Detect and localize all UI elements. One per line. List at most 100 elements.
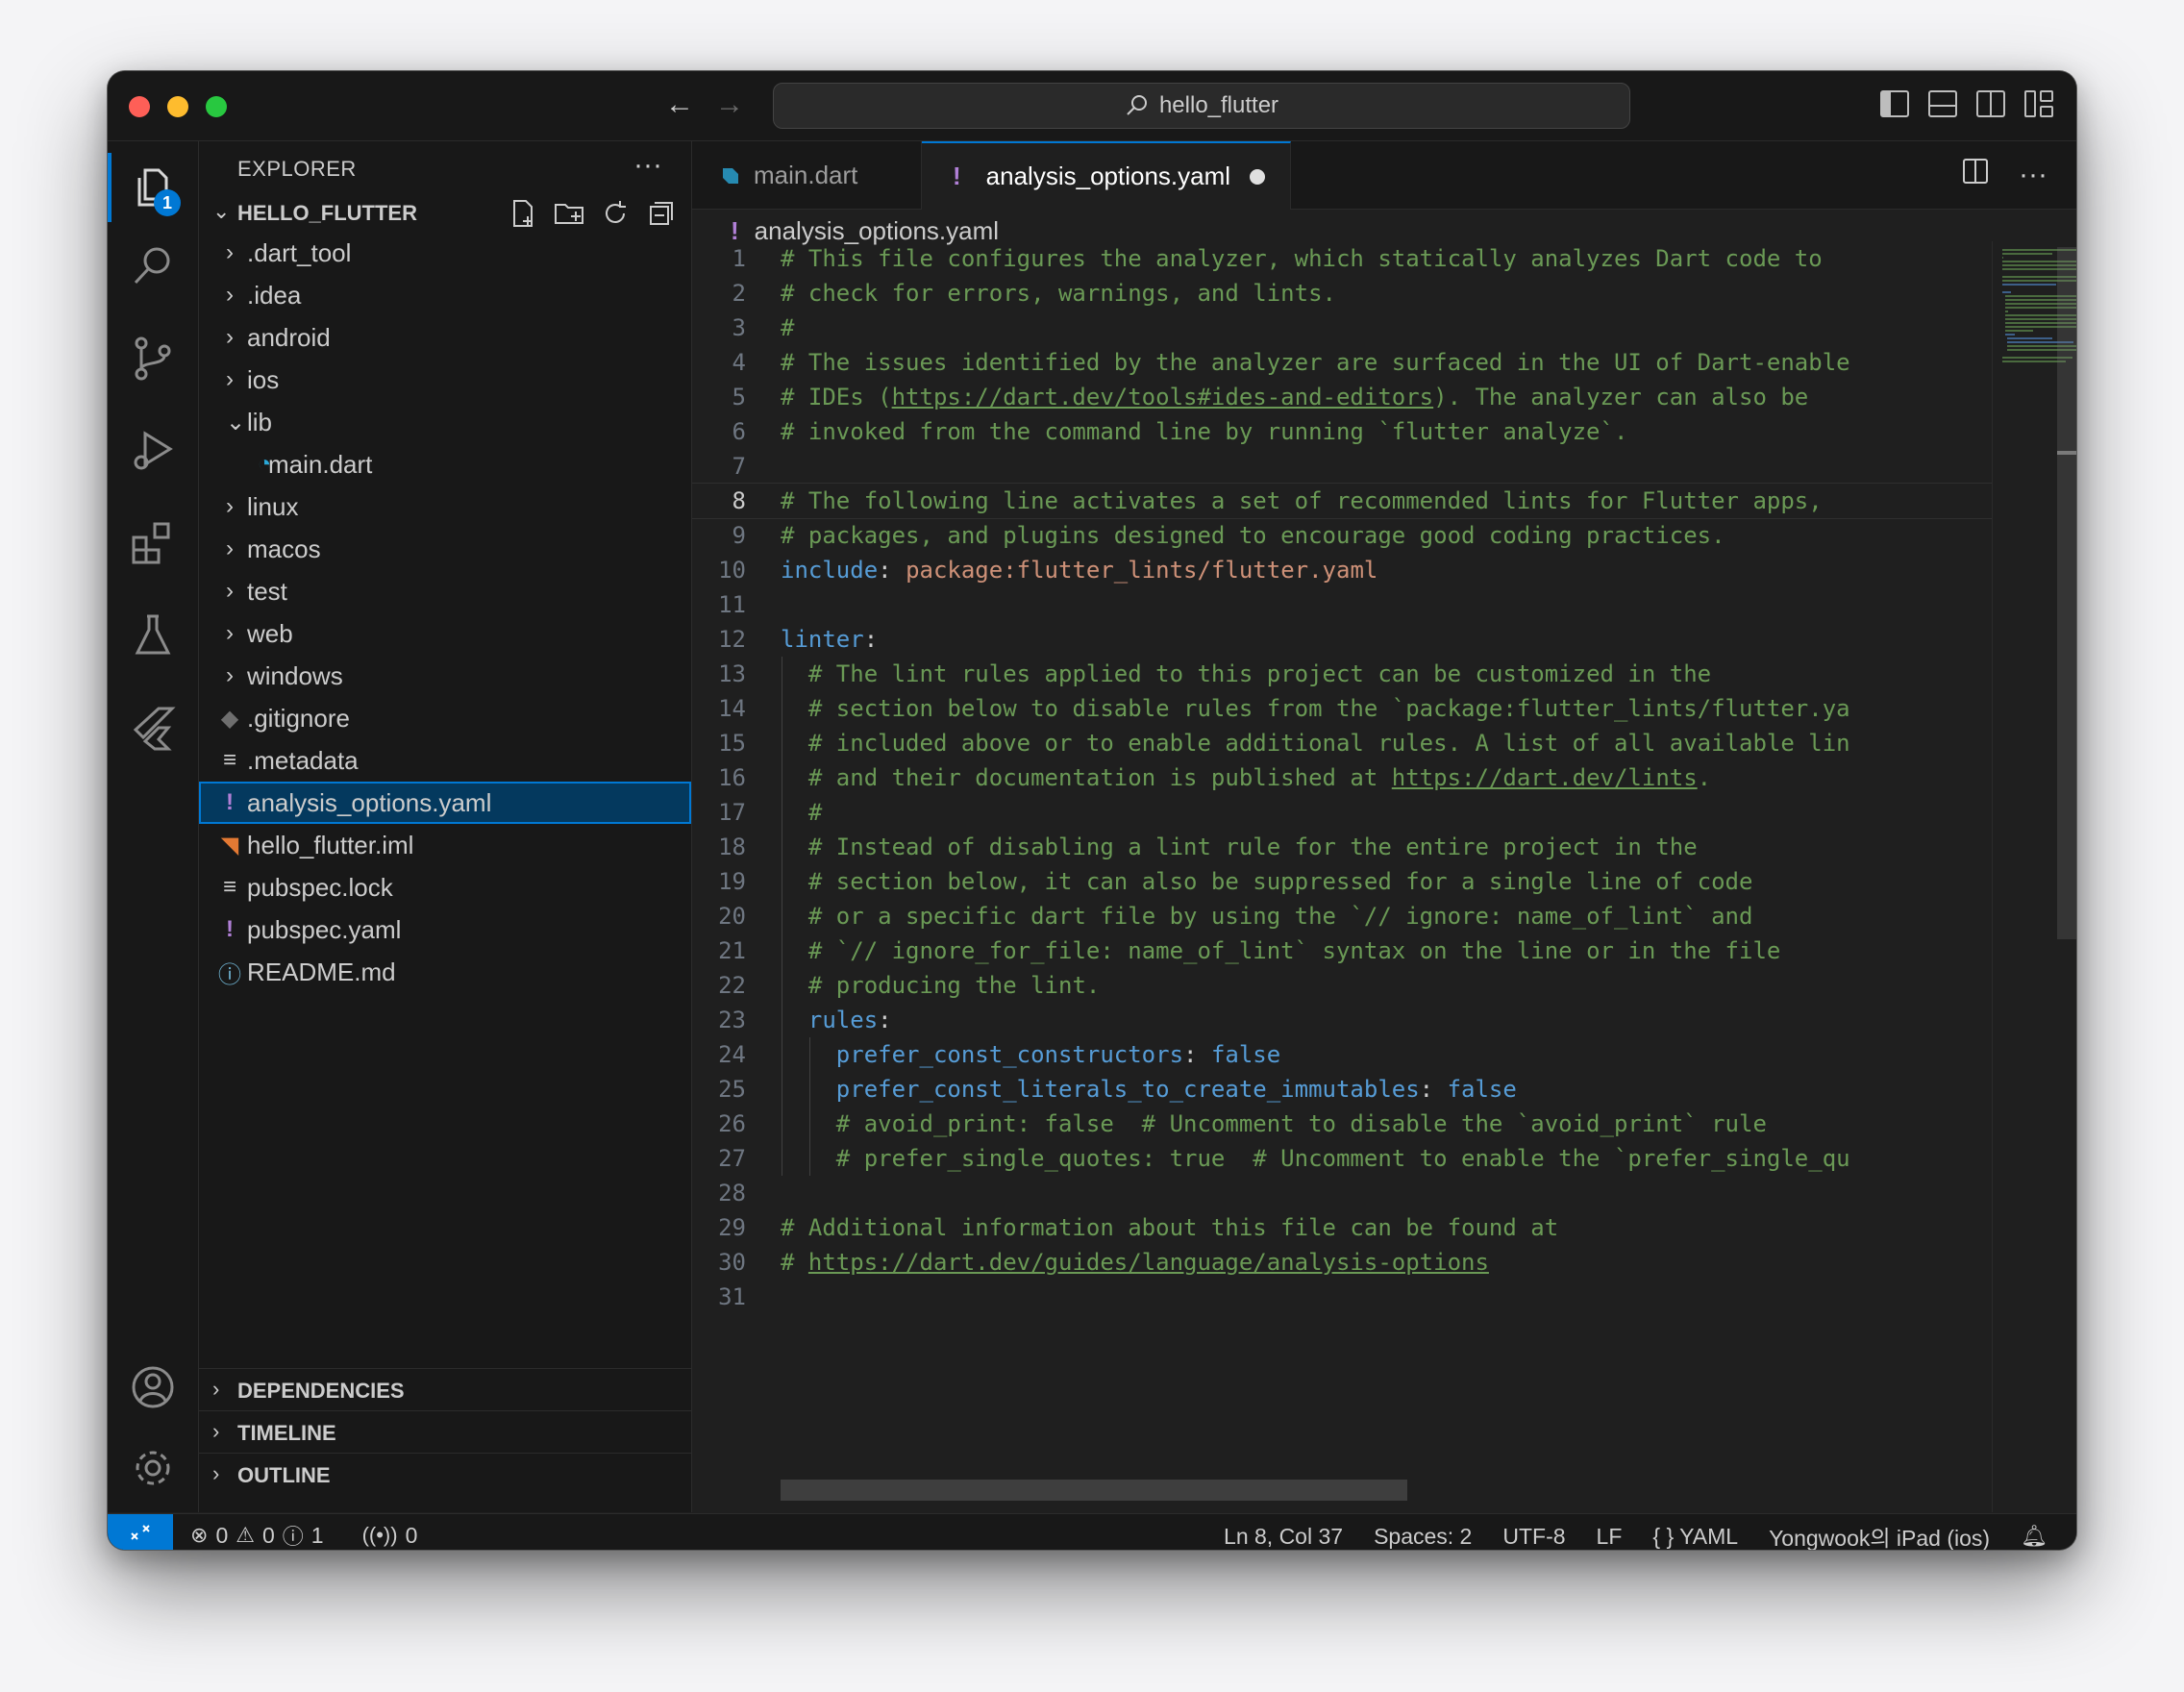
indentation[interactable]: Spaces: 2	[1374, 1524, 1472, 1550]
code-line[interactable]: 28	[692, 1176, 1992, 1210]
device-selector[interactable]: Yongwook의 iPad (ios)	[1769, 1520, 1990, 1550]
code-line[interactable]: 13 # The lint rules applied to this proj…	[692, 657, 1992, 691]
section-timeline[interactable]: › TIMELINE	[199, 1410, 691, 1452]
tree-file[interactable]: ≡ .metadata	[199, 739, 691, 782]
code-line[interactable]: 19 # section below, it can also be suppr…	[692, 864, 1992, 899]
code-line[interactable]: 31	[692, 1280, 1992, 1314]
tree-folder[interactable]: › macos	[199, 528, 691, 570]
sidebar-more-icon[interactable]: ···	[633, 149, 662, 182]
code-line[interactable]: 3 #	[692, 311, 1992, 345]
code-line[interactable]: 29 # Additional information about this fi…	[692, 1210, 1992, 1245]
tree-folder[interactable]: › web	[199, 612, 691, 655]
code-line[interactable]: 2 # check for errors, warnings, and lints…	[692, 276, 1992, 311]
close-window-button[interactable]	[129, 96, 150, 117]
run-debug-activity[interactable]	[108, 412, 198, 489]
code-line[interactable]: 10 include: package:flutter_lints/flutter…	[692, 553, 1992, 587]
remote-indicator[interactable]	[108, 1514, 173, 1550]
tree-file[interactable]: ! analysis_options.yaml	[199, 782, 691, 824]
tree-folder[interactable]: › test	[199, 570, 691, 612]
code-line[interactable]: 15 # included above or to enable additio…	[692, 726, 1992, 760]
collapse-all-icon[interactable]	[645, 197, 678, 230]
tree-file[interactable]: ! pubspec.yaml	[199, 908, 691, 951]
horizontal-scrollbar[interactable]	[781, 1480, 1407, 1501]
tree-file[interactable]: ◆ .gitignore	[199, 697, 691, 739]
toggle-primary-sidebar-icon[interactable]	[1880, 90, 1909, 117]
tree-folder[interactable]: › android	[199, 316, 691, 359]
end-of-line[interactable]: LF	[1597, 1524, 1623, 1550]
tree-folder[interactable]: › ios	[199, 359, 691, 401]
code-token: # `// ignore_for_file: name_of_lint` syn…	[807, 937, 1781, 964]
tree-folder[interactable]: › .idea	[199, 274, 691, 316]
tree-file[interactable]: ⓘ README.md	[199, 951, 691, 993]
code-line[interactable]: 4 # The issues identified by the analyzer…	[692, 345, 1992, 380]
code-line[interactable]: 5 # IDEs (https://dart.dev/tools#ides-and…	[692, 380, 1992, 414]
code-link[interactable]: https://dart.dev/lints	[1392, 764, 1698, 791]
encoding[interactable]: UTF-8	[1502, 1524, 1565, 1550]
code-line[interactable]: 27 # prefer_single_quotes: true # Uncomm…	[692, 1141, 1992, 1176]
code-line[interactable]: 1 # This file configures the analyzer, wh…	[692, 241, 1992, 276]
code-line[interactable]: 16 # and their documentation is publishe…	[692, 760, 1992, 795]
bell-icon[interactable]: 🔔︎	[2021, 1524, 2048, 1549]
explorer-activity[interactable]: 1	[108, 149, 198, 226]
source-control-activity[interactable]	[108, 320, 198, 397]
toggle-secondary-sidebar-icon[interactable]	[1976, 90, 2005, 117]
customize-layout-icon[interactable]	[2024, 90, 2053, 117]
code-line[interactable]: 18 # Instead of disabling a lint rule fo…	[692, 830, 1992, 864]
code-line[interactable]: 12 linter:	[692, 622, 1992, 657]
unsaved-dot-icon[interactable]	[1250, 168, 1266, 185]
new-file-icon[interactable]	[507, 197, 539, 230]
tree-file[interactable]: ◔ main.dart	[199, 443, 691, 485]
new-folder-icon[interactable]	[553, 197, 585, 230]
code-line[interactable]: 8 # The following line activates a set of…	[692, 483, 1992, 519]
code-line[interactable]: 17 #	[692, 795, 1992, 830]
section-outline[interactable]: › OUTLINE	[199, 1453, 691, 1494]
code-line[interactable]: 11	[692, 587, 1992, 622]
split-editor-icon[interactable]	[1963, 159, 1989, 184]
code-line[interactable]: 25 prefer_const_literals_to_create_immut…	[692, 1072, 1992, 1107]
code-line[interactable]: 23 rules:	[692, 1003, 1992, 1037]
project-header[interactable]: ⌄ HELLO_FLUTTER	[199, 193, 691, 232]
problems-indicator[interactable]: ⊗ 0 ⚠ 0 ⓘ 1 ((•)) 0	[190, 1520, 417, 1550]
tree-folder[interactable]: › .dart_tool	[199, 232, 691, 274]
ports-icon[interactable]: ((•))	[362, 1523, 398, 1548]
cursor-position[interactable]: Ln 8, Col 37	[1224, 1524, 1343, 1550]
section-dependencies[interactable]: › DEPENDENCIES	[199, 1368, 691, 1409]
tab-analysis-options[interactable]: ! analysis_options.yaml	[922, 141, 1291, 210]
code-line[interactable]: 26 # avoid_print: false # Uncomment to d…	[692, 1107, 1992, 1141]
code-token: .	[1697, 764, 1712, 791]
code-line[interactable]: 24 prefer_const_constructors: false	[692, 1037, 1992, 1072]
code-line[interactable]: 22 # producing the lint.	[692, 968, 1992, 1003]
vertical-scrollbar[interactable]	[2057, 247, 2076, 939]
refresh-icon[interactable]	[599, 197, 632, 230]
tab-main-dart[interactable]: main.dart	[692, 141, 922, 209]
code-link[interactable]: https://dart.dev/tools#ides-and-editors	[892, 384, 1434, 411]
accounts-activity[interactable]	[108, 1349, 198, 1426]
command-center-search[interactable]: hello_flutter	[773, 83, 1630, 129]
code-link[interactable]: https://dart.dev/guides/language/analysi…	[808, 1249, 1489, 1276]
forward-arrow-icon[interactable]: →	[715, 88, 744, 121]
search-activity[interactable]	[108, 228, 198, 305]
minimize-window-button[interactable]	[167, 96, 188, 117]
code-line[interactable]: 6 # invoked from the command line by runn…	[692, 414, 1992, 449]
code-line[interactable]: 20 # or a specific dart file by using th…	[692, 899, 1992, 933]
manage-activity[interactable]	[108, 1430, 198, 1506]
back-arrow-icon[interactable]: ←	[665, 88, 694, 121]
tree-file[interactable]: ≡ pubspec.lock	[199, 866, 691, 908]
toggle-panel-icon[interactable]	[1928, 90, 1957, 117]
tree-folder[interactable]: › windows	[199, 655, 691, 697]
zoom-window-button[interactable]	[206, 96, 227, 117]
code-line[interactable]: 30 # https://dart.dev/guides/language/ana…	[692, 1245, 1992, 1280]
code-line[interactable]: 9 # packages, and plugins designed to enc…	[692, 518, 1992, 553]
tree-file[interactable]: ◥ hello_flutter.iml	[199, 824, 691, 866]
tree-folder[interactable]: › linux	[199, 485, 691, 528]
code-line[interactable]: 14 # section below to disable rules from…	[692, 691, 1992, 726]
more-actions-icon[interactable]: ···	[2019, 159, 2048, 191]
code-editor[interactable]: 1 # This file configures the analyzer, wh…	[692, 241, 1992, 1441]
code-line[interactable]: 21 # `// ignore_for_file: name_of_lint` …	[692, 933, 1992, 968]
tree-folder[interactable]: ⌄ lib	[199, 401, 691, 443]
code-line[interactable]: 7	[692, 449, 1992, 484]
testing-activity[interactable]	[108, 597, 198, 674]
extensions-activity[interactable]	[108, 505, 198, 582]
flutter-activity[interactable]	[108, 689, 198, 766]
language-mode[interactable]: { } YAML	[1652, 1524, 1738, 1550]
